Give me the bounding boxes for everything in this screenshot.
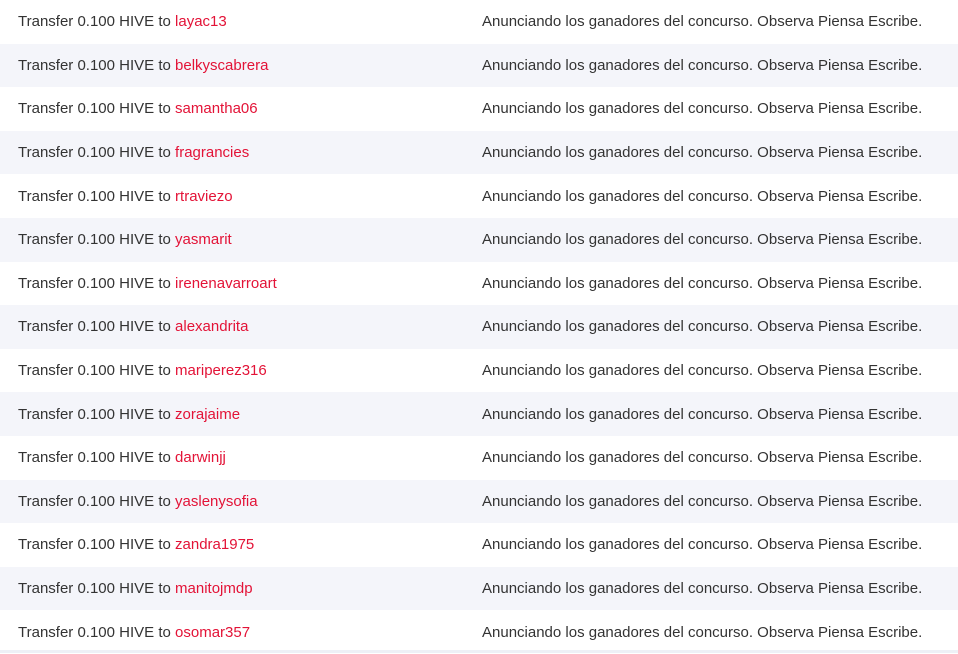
table-row: Transfer 0.100 HIVE to osomar357 Anuncia… — [0, 610, 958, 654]
operation-cell: Transfer 0.100 HIVE to zorajaime — [0, 392, 464, 436]
transfer-prefix: Transfer 0.100 HIVE to — [18, 405, 171, 423]
transfer-prefix: Transfer 0.100 HIVE to — [18, 274, 171, 292]
operation-cell: Transfer 0.100 HIVE to fragrancies — [0, 131, 464, 175]
memo-cell: Anunciando los ganadores del concurso. O… — [482, 144, 923, 162]
transfer-prefix: Transfer 0.100 HIVE to — [18, 362, 171, 380]
transfer-prefix: Transfer 0.100 HIVE to — [18, 231, 171, 249]
operation-cell: Transfer 0.100 HIVE to osomar357 — [0, 610, 464, 654]
transfer-prefix: Transfer 0.100 HIVE to — [18, 536, 171, 554]
account-link[interactable]: zorajaime — [175, 406, 240, 423]
account-link[interactable]: yaslenysofia — [175, 493, 258, 510]
memo-cell: Anunciando los ganadores del concurso. O… — [482, 187, 923, 205]
account-link[interactable]: osomar357 — [175, 624, 250, 641]
transfer-prefix: Transfer 0.100 HIVE to — [18, 318, 171, 336]
memo-cell: Anunciando los ganadores del concurso. O… — [482, 231, 923, 249]
transfer-history-body: Transfer 0.100 HIVE to layac13 Anunciand… — [0, 0, 958, 654]
operation-cell: Transfer 0.100 HIVE to yaslenysofia — [0, 480, 464, 524]
transfer-prefix: Transfer 0.100 HIVE to — [18, 187, 171, 205]
table-row: Transfer 0.100 HIVE to yasmarit Anuncian… — [0, 217, 958, 262]
operation-cell: Transfer 0.100 HIVE to samantha06 — [0, 87, 464, 131]
transfer-prefix: Transfer 0.100 HIVE to — [18, 144, 171, 162]
table-row: Transfer 0.100 HIVE to fragrancies Anunc… — [0, 130, 958, 175]
table-row: Transfer 0.100 HIVE to belkyscabrera Anu… — [0, 43, 958, 88]
transfer-prefix: Transfer 0.100 HIVE to — [18, 56, 171, 74]
account-link[interactable]: fragrancies — [175, 144, 249, 161]
transfer-history-table: Transfer 0.100 HIVE to layac13 Anunciand… — [0, 0, 958, 654]
account-link[interactable]: belkyscabrera — [175, 57, 268, 74]
account-link[interactable]: layac13 — [175, 13, 227, 30]
account-link[interactable]: samantha06 — [175, 100, 258, 117]
operation-cell: Transfer 0.100 HIVE to mariperez316 — [0, 349, 464, 393]
transfer-prefix: Transfer 0.100 HIVE to — [18, 100, 171, 118]
memo-cell: Anunciando los ganadores del concurso. O… — [482, 492, 923, 510]
table-row: Transfer 0.100 HIVE to yaslenysofia Anun… — [0, 479, 958, 524]
memo-cell: Anunciando los ganadores del concurso. O… — [482, 405, 923, 423]
memo-cell: Anunciando los ganadores del concurso. O… — [482, 274, 923, 292]
memo-cell: Anunciando los ganadores del concurso. O… — [482, 100, 923, 118]
account-link[interactable]: manitojmdp — [175, 580, 253, 597]
operation-cell: Transfer 0.100 HIVE to layac13 — [0, 0, 464, 44]
memo-cell: Anunciando los ganadores del concurso. O… — [482, 56, 923, 74]
account-link[interactable]: alexandrita — [175, 318, 248, 335]
memo-cell: Anunciando los ganadores del concurso. O… — [482, 536, 923, 554]
memo-cell: Anunciando los ganadores del concurso. O… — [482, 580, 923, 598]
transfer-prefix: Transfer 0.100 HIVE to — [18, 13, 171, 31]
operation-cell: Transfer 0.100 HIVE to belkyscabrera — [0, 44, 464, 88]
table-row: Transfer 0.100 HIVE to rtraviezo Anuncia… — [0, 174, 958, 218]
memo-cell: Anunciando los ganadores del concurso. O… — [482, 13, 923, 31]
table-row: Transfer 0.100 HIVE to zorajaime Anuncia… — [0, 392, 958, 436]
account-link[interactable]: rtraviezo — [175, 188, 233, 205]
transfer-prefix: Transfer 0.100 HIVE to — [18, 623, 171, 641]
operation-cell: Transfer 0.100 HIVE to manitojmdp — [0, 567, 464, 611]
operation-cell: Transfer 0.100 HIVE to alexandrita — [0, 305, 464, 349]
memo-cell: Anunciando los ganadores del concurso. O… — [482, 318, 923, 336]
memo-cell: Anunciando los ganadores del concurso. O… — [482, 449, 923, 467]
account-link[interactable]: zandra1975 — [175, 536, 254, 553]
account-link[interactable]: darwinjj — [175, 449, 226, 466]
account-link[interactable]: irenenavarroart — [175, 275, 277, 292]
table-row: Transfer 0.100 HIVE to alexandrita Anunc… — [0, 305, 958, 349]
operation-cell: Transfer 0.100 HIVE to yasmarit — [0, 218, 464, 262]
account-link[interactable]: mariperez316 — [175, 362, 267, 379]
memo-cell: Anunciando los ganadores del concurso. O… — [482, 362, 923, 380]
operation-cell: Transfer 0.100 HIVE to darwinjj — [0, 436, 464, 480]
account-link[interactable]: yasmarit — [175, 231, 232, 248]
table-row: Transfer 0.100 HIVE to manitojmdp Anunci… — [0, 566, 958, 611]
operation-cell: Transfer 0.100 HIVE to zandra1975 — [0, 523, 464, 567]
transfer-prefix: Transfer 0.100 HIVE to — [18, 449, 171, 467]
table-row: Transfer 0.100 HIVE to zandra1975 Anunci… — [0, 523, 958, 567]
table-row: Transfer 0.100 HIVE to irenenavarroart A… — [0, 261, 958, 306]
operation-cell: Transfer 0.100 HIVE to rtraviezo — [0, 174, 464, 218]
table-row: Transfer 0.100 HIVE to mariperez316 Anun… — [0, 348, 958, 393]
transfer-prefix: Transfer 0.100 HIVE to — [18, 492, 171, 510]
operation-cell: Transfer 0.100 HIVE to irenenavarroart — [0, 262, 464, 306]
memo-cell: Anunciando los ganadores del concurso. O… — [482, 623, 923, 641]
table-row: Transfer 0.100 HIVE to layac13 Anunciand… — [0, 0, 958, 44]
table-row: Transfer 0.100 HIVE to darwinjj Anuncian… — [0, 435, 958, 480]
transfer-prefix: Transfer 0.100 HIVE to — [18, 580, 171, 598]
table-row: Transfer 0.100 HIVE to samantha06 Anunci… — [0, 87, 958, 131]
